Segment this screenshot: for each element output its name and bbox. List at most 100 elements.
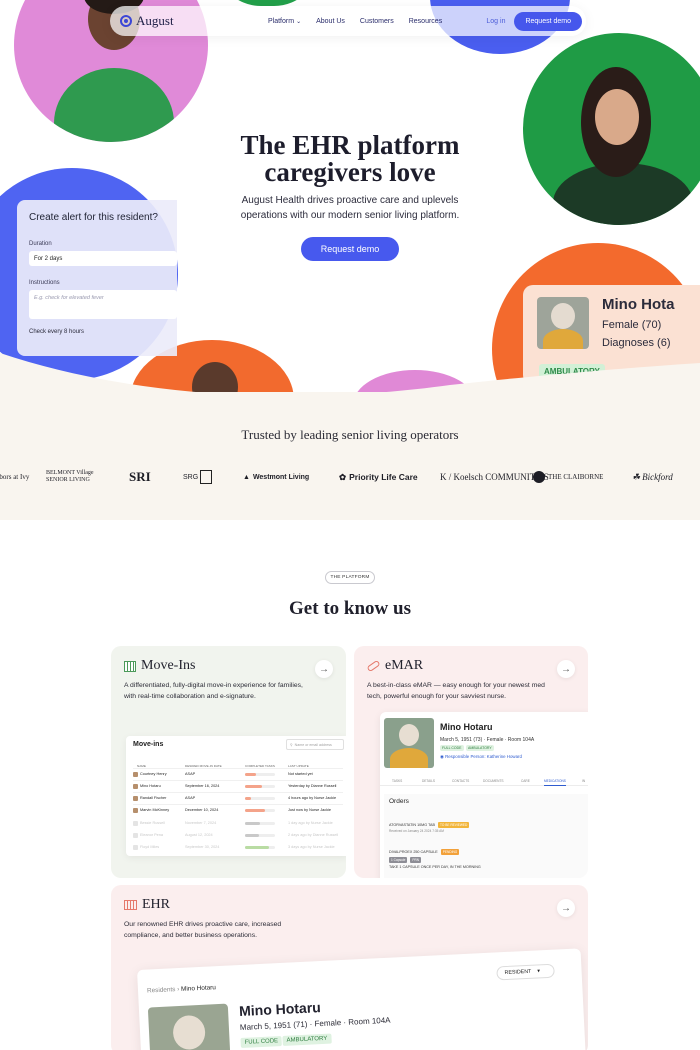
patient-sex-age: Female (70) [602,319,662,331]
card-ehr[interactable]: EHR → Our renowned EHR drives proactive … [111,885,588,1050]
hero-section: August Platform ⌄ About Us Customers Reso… [0,0,700,400]
card-emar[interactable]: eMAR → A best-in-class eMAR — easy enoug… [354,646,588,878]
row-last-update: 2 days ago by Dianne Russell [288,833,339,837]
row-last-update: 3 days ago by Nurse Jackie [288,845,335,849]
table-row[interactable]: Floyd Miles September 30, 2024 3 days ago … [133,842,343,854]
row-move-in-date: ASAP [185,796,196,800]
hero-photo-woman-smiling [523,33,700,225]
row-move-in-date: December 10, 2024 [185,808,219,812]
table-row[interactable]: Randall Fischer ASAP 4 hours ago by Nurse … [133,792,343,804]
section-title: Get to know us [289,598,411,619]
nav-customers[interactable]: Customers [360,18,394,25]
breadcrumb-residents[interactable]: Residents [147,986,176,994]
hero-title-line2: caregivers love [264,157,436,187]
nav-request-demo-button[interactable]: Request demo [514,11,582,31]
nav-resources[interactable]: Resources [409,18,442,25]
instructions-field[interactable]: E.g. check for elevated fever [29,290,177,319]
move-ins-table-title: Move-ins [133,741,164,748]
tab-details[interactable]: DETAILS [422,779,435,783]
customer-logos: Arbors at Ivy BELMONT Village SENIOR LIV… [0,465,700,489]
logo-westmont-living: ▲ Westmont Living [243,465,309,489]
table-row[interactable]: Courtney Henry ASAP Not started yet [133,768,343,780]
tree-outline-icon: ☘ [632,471,641,482]
logo-bickford-text: Bickford [642,472,673,482]
card-ehr-title: EHR [142,897,170,912]
row-name: Mino Hotaru [140,784,161,788]
tab-documents[interactable]: DOCUMENTS [483,779,504,783]
progress-fill [245,785,262,788]
arrow-right-icon[interactable]: → [557,660,575,678]
alert-frequency: Check every 8 hours [29,329,85,335]
alert-title: Create alert for this resident? [29,212,158,223]
card-move-ins-desc: A differentiated, fully-digital move-in … [124,680,303,702]
row-move-in-date: September 16, 2024 [185,784,220,788]
login-link[interactable]: Log in [486,18,505,25]
logo-claiborne-text: THE CLAIBORNE [548,473,604,481]
move-ins-search-input[interactable]: ⚲ Name or email address [286,739,344,750]
logo-srg-text: SRG [183,473,199,481]
table-row[interactable]: Eleanor Pena August 12, 2024 2 days ago by… [133,830,343,842]
nav-about-us[interactable]: About Us [316,18,345,25]
logo-bickford: ☘ Bickford [632,465,673,489]
breadcrumb: Residents › Mino Hotaru [146,984,217,995]
arrow-right-icon[interactable]: → [315,660,333,678]
row-move-in-date: September 30, 2024 [185,845,220,849]
avatar [133,796,138,801]
nav-platform[interactable]: Platform ⌄ [268,18,301,25]
tab-tasks[interactable]: TASKS [392,779,402,783]
order-divalproex[interactable]: DIVALPROEX 250 CAPSULE PENDING [389,849,460,855]
ehr-resident-name: Mino Hotaru [238,999,322,1020]
emar-orders: Orders ATORVASTATIN 10MG TAB TO BE REVIEW… [384,794,588,878]
order-atorvastatin[interactable]: ATORVASTATIN 10MG TAB TO BE REVIEWED [389,822,470,828]
logo-priority-life-care: ✿ Priority Life Care [339,465,418,489]
table-row[interactable]: Marvin McKinney December 10, 2024 Just now… [133,804,343,816]
progress-fill [245,773,256,776]
table-row[interactable]: Bessie Russell November 7, 2024 1 day ago … [133,818,343,830]
emar-tabs: TASKS DETAILS CONTACTS DOCUMENTS CARE ME… [380,776,588,786]
august-logo-icon [120,15,132,27]
tab-medications[interactable]: MEDICATIONS [544,779,566,786]
emar-desc-line2: tech, powerful enough for your savviest … [367,693,507,700]
emar-resident-dob: March 5, 1951 (73) · Female · Room 104A [440,737,535,743]
row-last-update: 4 hours ago by Nurse Jackie [288,796,337,800]
ehr-tag-ambulatory: AMBULATORY [282,1033,332,1046]
chevron-down-icon: ⌄ [296,18,302,25]
hero-subtitle-line2: operations with our modern senior living… [240,210,460,221]
brand-name: August [136,13,174,28]
logo-belmont-village: BELMONT Village SENIOR LIVING [46,470,94,483]
resident-type-select[interactable]: RESIDENT ▾ [496,963,555,981]
avatar [133,808,138,813]
row-name: Bessie Russell [140,821,165,825]
hero-request-demo-button[interactable]: Request demo [301,237,399,261]
row-name: Marvin McKinney [140,808,170,812]
tab-more[interactable]: IN [582,779,585,783]
logo-arbors-at-ivy: Arbors at Ivy [0,473,30,481]
tab-care[interactable]: CARE [521,779,530,783]
duration-label: Duration [29,241,52,247]
avatar [133,784,138,789]
emar-resident-name: Mino Hotaru [440,722,493,732]
breadcrumb-current: Mino Hotaru [180,984,217,993]
brand-logo[interactable]: August [120,13,238,29]
logo-the-claiborne: THE CLAIBORNE [533,465,603,489]
table-row[interactable]: Mino Hotaru September 16, 2024 Yesterday b… [133,780,343,792]
avatar [133,772,138,777]
hero-title-line1: The EHR platform [240,130,460,160]
card-emar-desc: A best-in-class eMAR — easy enough for y… [367,680,545,702]
flower-icon: ✿ [339,471,347,482]
arrow-right-icon[interactable]: → [557,899,575,917]
move-ins-table: Move-ins ⚲ Name or email address NAME DES… [126,736,346,856]
emar-tag-ambulatory: AMBULATORY [466,745,494,751]
card-move-ins[interactable]: Move-Ins → A differentiated, fully-digit… [111,646,346,878]
emar-tag-full-code: FULL CODE [440,745,464,751]
row-last-update: Just now by Nurse Jackie [288,808,332,812]
instructions-label: Instructions [29,280,60,286]
emar-desc-line1: A best-in-class eMAR — easy enough for y… [367,682,545,689]
order1-status: TO BE REVIEWED [437,822,470,828]
row-name: Courtney Henry [140,772,167,776]
emar-responsible-person[interactable]: ◉ Responsible Person: Katherine Howard [440,754,522,760]
order1-name: ATORVASTATIN 10MG TAB [389,823,435,827]
tab-contacts[interactable]: CONTACTS [452,779,469,783]
duration-field[interactable]: For 2 days [29,251,177,266]
ehr-desc-line1: Our renowned EHR drives proactive care, … [124,921,282,928]
